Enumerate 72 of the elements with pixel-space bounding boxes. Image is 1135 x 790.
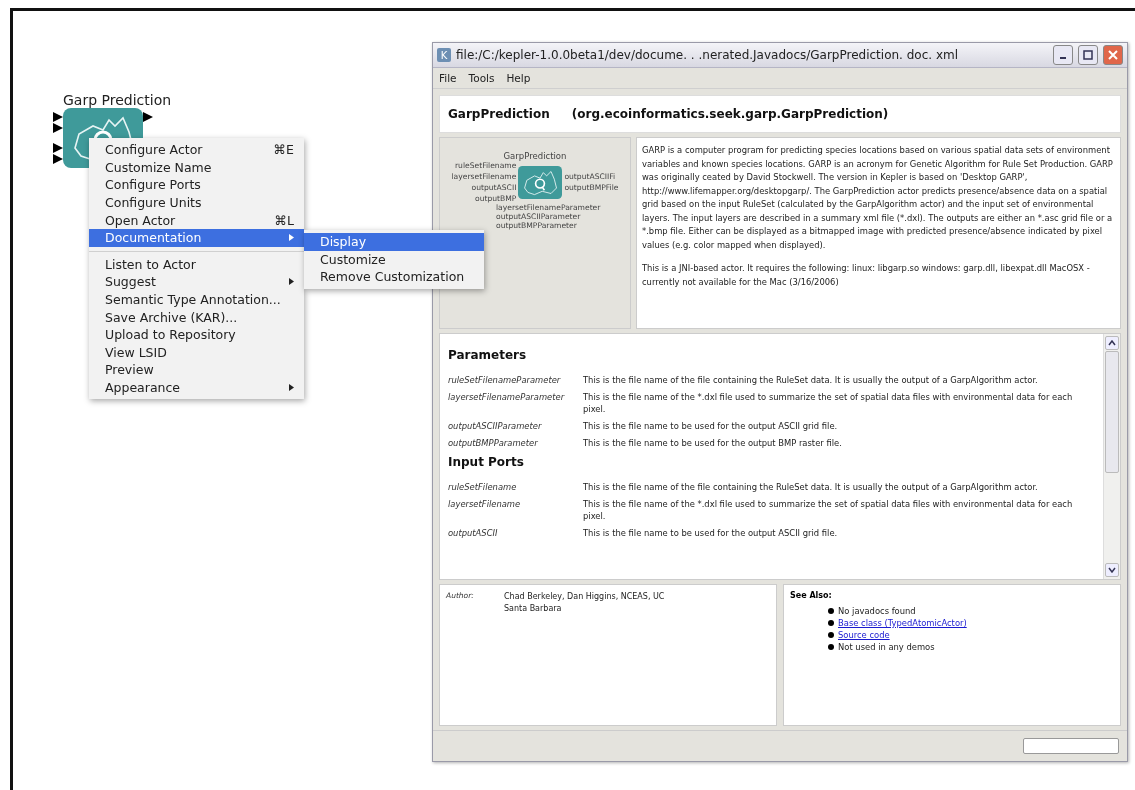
parameter-description: This is the file name to be used for the output ASCII grid file. <box>583 420 839 432</box>
menu-bar-item[interactable]: Help <box>506 72 531 84</box>
bullet-icon <box>828 608 834 614</box>
submenu-arrow-icon <box>289 234 294 242</box>
menu-item[interactable]: Suggest <box>89 273 304 291</box>
close-icon <box>1108 50 1118 60</box>
parameter-name: outputBMPParameter <box>448 437 539 449</box>
shortcut-label: ⌘E <box>273 142 294 158</box>
menu-item[interactable]: Remove Customization <box>304 268 484 286</box>
chevron-up-icon <box>1108 340 1116 346</box>
app-logo: K <box>437 48 451 62</box>
menu-item[interactable]: View LSID <box>89 343 304 362</box>
maximize-button[interactable] <box>1078 45 1098 65</box>
menu-item[interactable]: Configure Units <box>89 193 304 212</box>
section-title: Parameters <box>448 348 528 362</box>
menu-bar-item[interactable]: File <box>439 72 457 84</box>
see-also-text: Not used in any demos <box>838 642 935 652</box>
parameter-name: layersetFilenameParameter <box>448 391 566 404</box>
port-icon <box>143 112 153 122</box>
menu-item[interactable]: Documentation <box>89 228 304 247</box>
link[interactable]: Source code <box>838 630 890 640</box>
menu-item[interactable]: Configure Ports <box>89 176 304 194</box>
window-title: file:/C:/kepler-1.0.0beta1/dev/docume. . .nerated.Javadocs/GarpPrediction. doc. xml <box>456 48 960 62</box>
menu-item[interactable]: Customize Name <box>89 158 304 177</box>
link[interactable]: Base class (TypedAtomicActor) <box>838 618 967 628</box>
parameter-name: ruleSetFilenameParameter <box>448 374 562 386</box>
description-text: This is a JNI-based actor. It requires the following: linux: libgarp.so windows: garp.dll, libexpat.dll MacOSX - currently not available for the Mac (3/16/2006) <box>642 262 1091 289</box>
menu-item[interactable]: Save Archive (KAR)... <box>89 308 304 326</box>
actor-label: GarpPrediction <box>503 152 567 161</box>
minimize-button[interactable] <box>1053 45 1073 65</box>
parameter-name: outputASCIIParameter <box>448 420 543 432</box>
parameter-description: This is the file name of the file containing the RuleSet data. It is usually the output of a GarpAlgorithm actor. <box>583 374 1039 386</box>
menu-item[interactable]: Upload to Repository <box>89 325 304 344</box>
menu-item[interactable]: Preview <box>89 361 304 379</box>
description-text: GARP is a computer program for predicting species locations based on various spatial data sets of environment variables and known species locations. GARP is an acronym for Genetic Algorithm for Rule Set Production. GARP was originally ceated by David Stockwell. The version in Kepler is based on 'Desktop GARP', http://www.lifemapper.org/desktopgarp/. The GarpPrediction actor predicts presence/absence data on a spatial grid based on the input RuleSet (calculated by the GarpAlgorithm actor) and the input set of environmental layers. The input layers are described in a summary xml file (*.dxl). The outputs are either an *.asc grid file or a *.bmp file. Either can be displayed as a bitmapped image with predicted presence/absence indicated by pixel values (e.g. color mapped when displayed). <box>642 144 1114 252</box>
menu-bar-item[interactable]: Tools <box>468 72 495 84</box>
parameter-description: This is the file name of the *.dxl file used to summarize the set of spatial data files with environmental data for each pixel. <box>583 498 1074 522</box>
see-also-title: See Also: <box>790 591 833 600</box>
shortcut-label: ⌘L <box>274 212 294 228</box>
chevron-down-icon <box>1108 567 1116 573</box>
menu-item[interactable]: Customize <box>304 250 484 269</box>
scroll-up-button[interactable] <box>1105 336 1119 350</box>
menu-item[interactable]: Open Actor ⌘L <box>89 211 304 229</box>
scroll-thumb[interactable] <box>1105 351 1119 473</box>
bullet-icon <box>828 620 834 626</box>
class-name: (org.ecoinformatics.seek.garp.GarpPrediction) <box>571 107 889 121</box>
actor-name: GarpPrediction <box>448 107 550 121</box>
actor-title: Garp Prediction <box>62 92 173 108</box>
parameter-description: This is the file name to be used for the output BMP raster file. <box>583 437 843 449</box>
section-title: Input Ports <box>448 455 525 469</box>
menu-item[interactable]: Semantic Type Annotation... <box>89 290 304 309</box>
parameter-name: outputASCII <box>448 527 499 539</box>
submenu-arrow-icon <box>289 278 294 286</box>
parameter-name: ruleSetFilename <box>448 481 518 493</box>
parameter-description: This is the file name to be used for the output ASCII grid file. <box>583 527 839 539</box>
close-button[interactable] <box>1103 45 1123 65</box>
see-also-text: No javadocs found <box>838 606 916 616</box>
parameter-description: This is the file name of the *.dxl file used to summarize the set of spatial data files with environmental data for each pixel. <box>583 391 1074 415</box>
menu-item[interactable]: Configure Actor ⌘E <box>89 141 304 159</box>
bullet-icon <box>828 632 834 638</box>
maximize-icon <box>1083 50 1093 60</box>
bullet-icon <box>828 644 834 650</box>
actor-map-icon <box>518 165 563 199</box>
menu-item[interactable]: Listen to Actor <box>89 255 304 274</box>
scroll-down-button[interactable] <box>1105 563 1119 577</box>
menu-item[interactable]: Display <box>304 233 484 251</box>
author-value: Chad Berkeley, Dan Higgins, NCEAS, UC Santa Barbara <box>504 591 666 615</box>
parameter-description: This is the file name of the file containing the RuleSet data. It is usually the output of a GarpAlgorithm actor. <box>583 481 1039 493</box>
parameter-name: layersetFilename <box>448 498 522 511</box>
menu-item[interactable]: Appearance <box>89 378 304 397</box>
submenu-arrow-icon <box>289 384 294 391</box>
scrollbar[interactable] <box>1103 334 1120 579</box>
